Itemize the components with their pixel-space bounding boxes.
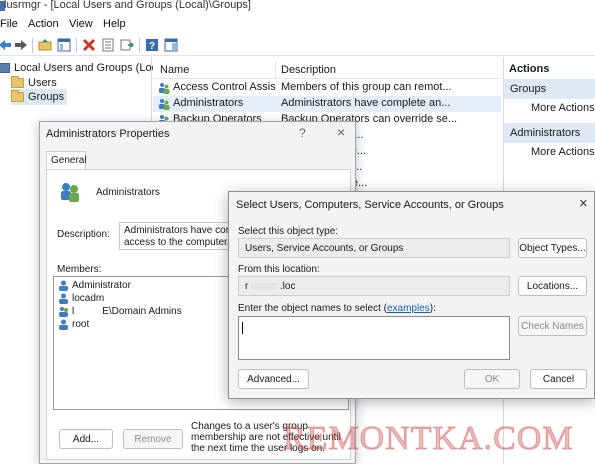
up-folder-icon[interactable] [38,38,52,52]
toolbar-separator [76,38,77,53]
description-label: Description: [57,229,110,240]
location-prefix: r [245,281,249,292]
forward-arrow-icon[interactable] [14,38,28,52]
group-icon [159,99,170,110]
object-type-label: Select this object type: [238,226,339,237]
column-header-description[interactable]: Description [281,64,336,76]
object-names-label-end: ): [429,303,436,314]
location-label: From this location: [238,264,320,275]
member-item[interactable]: l E\Domain Admins [58,306,182,317]
locations-button[interactable]: Locations... [518,276,587,296]
tree-item-groups[interactable]: Groups [11,89,68,105]
more-actions-link[interactable]: More Actions [531,102,595,114]
object-names-label: Enter the object names to select (exampl… [238,303,436,314]
ok-button[interactable]: OK [464,369,520,389]
menu-help[interactable]: Help [103,18,126,30]
column-divider[interactable] [275,61,276,79]
menu-file[interactable]: File [0,18,18,30]
member-name: root [72,319,90,330]
check-names-button[interactable]: Check Names [518,316,587,336]
tree-root[interactable]: Local Users and Groups (Local) [0,60,169,76]
title-bar: lusrmgr - [Local Users and Groups (Local… [0,0,595,14]
text-cursor [242,322,243,334]
table-row[interactable]: Administrators Administrators have comple… [153,96,501,112]
group-icon [61,183,79,202]
member-name: l [72,306,75,317]
object-types-button[interactable]: Object Types... [518,238,587,258]
group-name-cell: Administrators [173,97,244,109]
group-description-cell: Members of this group can remot... [281,81,452,93]
menu-bar: File Action View Help [0,17,595,34]
redacted-text [251,283,278,289]
group-icon [159,83,170,94]
member-item[interactable]: root [58,319,89,330]
help-button[interactable]: ? [299,126,306,140]
watermark: REMONTKA.COM [283,420,574,458]
help-icon[interactable]: ? [145,38,159,52]
group-description-cell: Administrators have complete an... [281,97,451,109]
tree-item-label: Users [28,77,57,89]
user-icon [59,319,68,330]
location-field: r .loc [238,276,510,296]
object-names-input[interactable] [238,316,510,360]
folder-icon [11,90,24,102]
window-title: lusrmgr - [Local Users and Groups (Local… [4,0,251,11]
folder-icon [11,76,24,88]
user-icon [59,293,68,304]
remove-button[interactable]: Remove [123,429,183,449]
close-button[interactable]: × [337,124,345,140]
column-header-name[interactable]: Name [160,64,189,76]
actions-section-administrators[interactable]: Administrators [504,123,595,143]
svg-text:?: ? [149,41,155,52]
add-button[interactable]: Add... [59,429,113,449]
back-arrow-icon[interactable] [0,38,12,52]
member-domain-admins: E\Domain Admins [102,306,182,317]
tab-general[interactable]: General [46,151,87,170]
list-header: Name Description [153,61,501,79]
object-names-label-text: Enter the object names to select ( [238,303,387,314]
dialog-title: Administrators Properties [46,128,170,140]
member-name: Administrator [72,280,131,291]
group-name: Administrators [96,187,160,198]
member-name: locadm [72,293,105,304]
close-button[interactable]: × [579,195,588,212]
group-name-cell: Access Control Assist... [173,81,276,93]
toolbar: ? [0,35,595,56]
table-row[interactable]: Access Control Assist... Members of this … [153,80,501,96]
group-icon [59,307,68,317]
actions-section-groups[interactable]: Groups [504,79,595,99]
show-action-pane-icon[interactable] [164,38,178,52]
delete-icon[interactable] [82,38,96,52]
dialog-title: Select Users, Computers, Service Account… [236,199,504,211]
tree-root-label: Local Users and Groups (Local) [14,62,170,74]
menu-view[interactable]: View [69,18,93,30]
member-item[interactable]: locadm [58,293,104,304]
show-hide-tree-icon[interactable] [57,38,71,52]
cancel-button[interactable]: Cancel [530,369,587,389]
tree-item-label: Groups [28,91,65,103]
more-actions-link[interactable]: More Actions [531,146,595,158]
properties-icon[interactable] [101,38,115,52]
user-icon [59,280,68,291]
members-label: Members: [57,264,102,275]
select-users-dialog: Select Users, Computers, Service Account… [228,191,595,399]
computer-icon [0,63,10,73]
member-item[interactable]: Administrator [58,280,131,291]
menu-action[interactable]: Action [28,18,59,30]
toolbar-separator [139,38,140,53]
object-type-field: Users, Service Accounts, or Groups [238,238,510,258]
export-list-icon[interactable] [120,38,134,52]
toolbar-separator [32,38,33,53]
actions-header: Actions [509,63,550,75]
advanced-button[interactable]: Advanced... [238,369,309,389]
location-value: .loc [279,281,296,292]
examples-link[interactable]: examples [387,303,430,314]
